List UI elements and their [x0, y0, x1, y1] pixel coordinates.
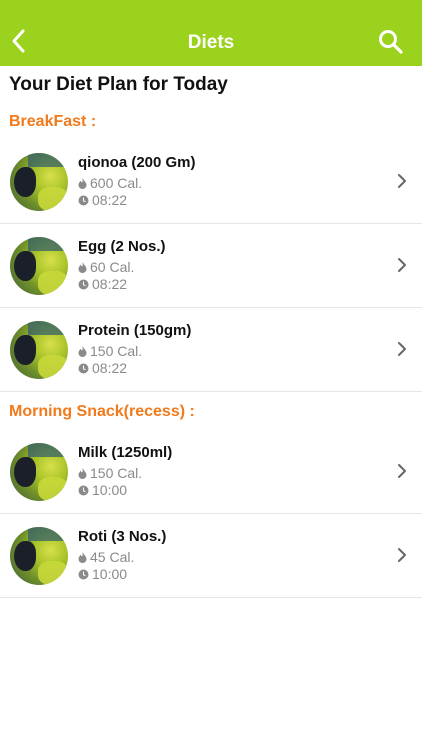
flame-icon	[78, 261, 87, 273]
item-name: Roti (3 Nos.)	[78, 528, 167, 545]
time-text: 10:00	[92, 482, 128, 498]
item-name: Protein (150gm)	[78, 322, 192, 339]
diet-item-row[interactable]: qionoa (200 Gm) 600 Cal. 08:22	[0, 140, 422, 224]
nav-title: Diets	[187, 32, 235, 53]
item-time: 08:22	[78, 276, 127, 292]
chevron-right-icon	[398, 548, 406, 562]
clock-icon	[78, 279, 89, 289]
diet-item-row[interactable]: Milk (1250ml) 150 Cal. 10:00	[0, 430, 422, 514]
clock-icon	[78, 195, 89, 205]
item-calories: 60 Cal.	[78, 259, 134, 275]
item-name: Egg (2 Nos.)	[78, 238, 166, 255]
clock-icon	[78, 485, 89, 495]
food-image	[10, 527, 68, 585]
flame-icon	[78, 177, 87, 189]
nav-bar: Diets	[0, 0, 422, 66]
morning-snack-list: Milk (1250ml) 150 Cal. 10:00 Roti (3 Nos…	[0, 430, 422, 598]
clock-icon	[78, 569, 89, 579]
calories-text: 45 Cal.	[90, 549, 135, 565]
item-time: 08:22	[78, 192, 127, 208]
item-calories: 600 Cal.	[78, 175, 142, 191]
page-title: Your Diet Plan for Today	[9, 74, 228, 95]
chevron-right-icon	[398, 342, 406, 356]
item-calories: 45 Cal.	[78, 549, 134, 565]
food-image	[10, 237, 68, 295]
diet-item-row[interactable]: Roti (3 Nos.) 45 Cal. 10:00	[0, 514, 422, 598]
calories-text: 150 Cal.	[90, 343, 143, 359]
item-time: 10:00	[78, 566, 127, 582]
section-title-morning-snack: Morning Snack(recess) :	[9, 403, 195, 420]
diet-item-row[interactable]: Protein (150gm) 150 Cal. 08:22	[0, 308, 422, 392]
item-calories: 150 Cal.	[78, 343, 142, 359]
item-time: 08:22	[78, 360, 127, 376]
item-name: qionoa (200 Gm)	[78, 154, 196, 171]
food-image	[10, 153, 68, 211]
chevron-right-icon	[398, 258, 406, 272]
food-image	[10, 443, 68, 501]
clock-icon	[78, 363, 89, 373]
item-time: 10:00	[78, 482, 127, 498]
chevron-right-icon	[398, 174, 406, 188]
chevron-right-icon	[398, 464, 406, 478]
time-text: 08:22	[92, 192, 128, 208]
flame-icon	[78, 345, 87, 357]
search-icon[interactable]	[378, 29, 404, 55]
food-image	[10, 321, 68, 379]
time-text: 08:22	[92, 276, 128, 292]
time-text: 10:00	[92, 566, 128, 582]
breakfast-list: qionoa (200 Gm) 600 Cal. 08:22 Egg (2 No…	[0, 140, 422, 392]
item-calories: 150 Cal.	[78, 465, 142, 481]
flame-icon	[78, 467, 87, 479]
calories-text: 600 Cal.	[90, 175, 143, 191]
calories-text: 150 Cal.	[90, 465, 143, 481]
calories-text: 60 Cal.	[90, 259, 135, 275]
item-name: Milk (1250ml)	[78, 444, 173, 461]
time-text: 08:22	[92, 360, 128, 376]
flame-icon	[78, 551, 87, 563]
diet-item-row[interactable]: Egg (2 Nos.) 60 Cal. 08:22	[0, 224, 422, 308]
section-title-breakfast: BreakFast :	[9, 113, 97, 130]
